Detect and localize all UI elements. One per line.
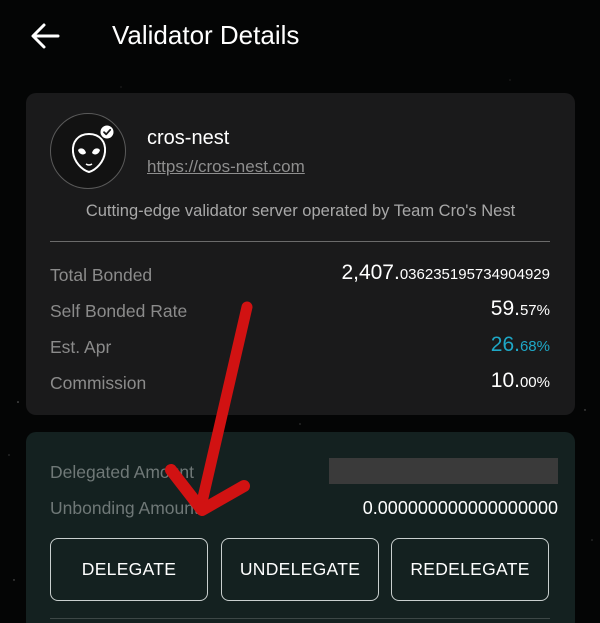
delegated-amount-label: Delegated Amount: [50, 462, 194, 482]
stat-row-self-bonded-rate: Self Bonded Rate 59.57%: [50, 297, 550, 327]
stat-row-commission: Commission 10.00%: [50, 369, 550, 399]
delegate-button[interactable]: DELEGATE: [50, 538, 208, 601]
redelegate-button[interactable]: REDELEGATE: [391, 538, 549, 601]
delegation-card: Delegated Amount Unbonding Amount 0.0000…: [26, 432, 575, 623]
page-title: Validator Details: [112, 20, 300, 50]
validator-avatar: [50, 113, 126, 189]
alien-head-icon: [71, 132, 107, 174]
stat-value: 59.57%: [490, 297, 550, 320]
validator-info-card: cros-nest https://cros-nest.com Cutting-…: [26, 93, 575, 415]
unbonding-amount-label: Unbonding Amount: [50, 498, 199, 518]
undelegate-button[interactable]: UNDELEGATE: [221, 538, 379, 601]
stat-value: 10.00%: [490, 369, 550, 392]
validator-name: cros-nest: [147, 127, 230, 149]
divider: [50, 241, 550, 242]
validator-website-link[interactable]: https://cros-nest.com: [147, 157, 305, 177]
stat-label: Commission: [50, 373, 147, 393]
delegated-amount-row: Delegated Amount: [50, 458, 558, 488]
validator-description: Cutting-edge validator server operated b…: [85, 202, 516, 220]
stat-value: 26.68%: [490, 333, 550, 356]
stat-row-est-apr: Est. Apr 26.68%: [50, 333, 550, 363]
unbonding-amount-value: 0.000000000000000000: [362, 498, 558, 518]
arrow-left-icon[interactable]: [30, 22, 60, 50]
divider: [50, 618, 550, 619]
stat-label: Total Bonded: [50, 265, 153, 285]
stat-row-total-bonded: Total Bonded 2,407.036235195734904929: [50, 261, 550, 291]
redacted-value: [329, 458, 558, 484]
stat-label: Self Bonded Rate: [50, 301, 188, 321]
app-header: Validator Details: [0, 0, 600, 72]
stat-label: Est. Apr: [50, 337, 112, 357]
unbonding-amount-row: Unbonding Amount 0.000000000000000000: [50, 494, 558, 524]
stat-value: 2,407.036235195734904929: [341, 261, 550, 284]
check-badge-icon: [100, 125, 114, 139]
